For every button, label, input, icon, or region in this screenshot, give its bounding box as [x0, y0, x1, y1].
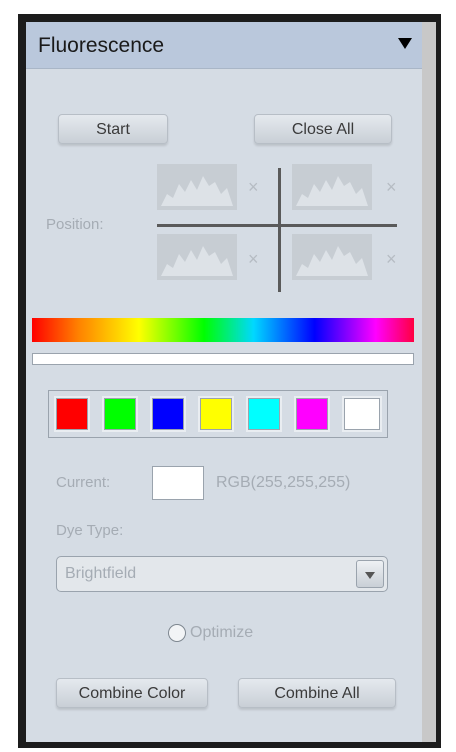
histogram-icon: [296, 176, 368, 206]
panel-header[interactable]: Fluorescence: [26, 22, 422, 69]
histogram-icon: [161, 246, 233, 276]
swatch-magenta[interactable]: [294, 396, 330, 432]
close-thumb-top-left-icon[interactable]: ×: [248, 178, 259, 196]
position-thumb-top-right[interactable]: [292, 164, 372, 210]
triangle-down-icon[interactable]: [398, 38, 412, 49]
color-swatch-group: [48, 390, 388, 438]
position-cross-horizontal: [157, 224, 397, 227]
dye-type-label: Dye Type:: [56, 522, 124, 539]
close-thumb-bottom-right-icon[interactable]: ×: [386, 250, 397, 268]
chevron-down-icon: [365, 572, 375, 579]
close-thumb-bottom-left-icon[interactable]: ×: [248, 250, 259, 268]
swatch-blue[interactable]: [150, 396, 186, 432]
dye-type-select[interactable]: Brightfield: [56, 556, 388, 592]
scrollbar[interactable]: [422, 22, 436, 742]
dye-type-value: Brightfield: [65, 565, 137, 582]
spectrum-slider[interactable]: [32, 353, 414, 365]
swatch-white[interactable]: [342, 396, 382, 432]
swatch-cyan[interactable]: [246, 396, 282, 432]
histogram-icon: [161, 176, 233, 206]
histogram-icon: [296, 246, 368, 276]
swatch-yellow[interactable]: [198, 396, 234, 432]
current-color-preview: [152, 466, 204, 500]
close-all-button[interactable]: Close All: [254, 114, 392, 144]
start-button[interactable]: Start: [58, 114, 168, 144]
position-thumb-bottom-right[interactable]: [292, 234, 372, 280]
close-thumb-top-right-icon[interactable]: ×: [386, 178, 397, 196]
position-thumb-bottom-left[interactable]: [157, 234, 237, 280]
panel-title: Fluorescence: [38, 34, 165, 57]
position-thumb-top-left[interactable]: [157, 164, 237, 210]
position-label: Position:: [46, 216, 104, 233]
fluorescence-panel: Fluorescence Start Close All Position: ×…: [26, 22, 422, 742]
optimize-label[interactable]: Optimize: [190, 624, 253, 642]
optimize-checkbox[interactable]: [168, 624, 186, 642]
combine-all-button[interactable]: Combine All: [238, 678, 396, 708]
combine-color-button[interactable]: Combine Color: [56, 678, 208, 708]
dropdown-button[interactable]: [356, 560, 384, 588]
current-rgb-value: RGB(255,255,255): [216, 474, 351, 491]
position-cross-vertical: [278, 168, 281, 292]
current-label: Current:: [56, 474, 111, 491]
swatch-red[interactable]: [54, 396, 90, 432]
swatch-green[interactable]: [102, 396, 138, 432]
color-spectrum-bar[interactable]: [32, 318, 414, 342]
